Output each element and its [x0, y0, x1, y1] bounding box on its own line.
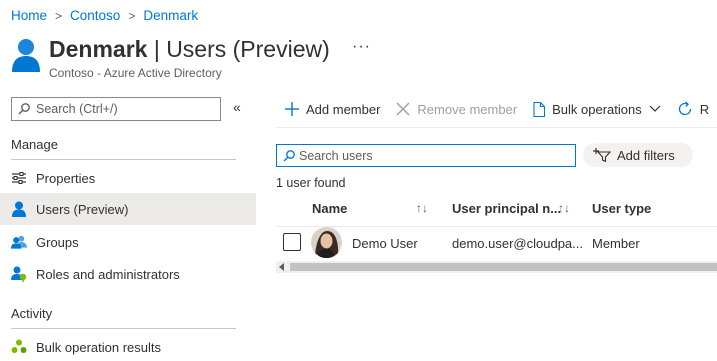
search-users-input[interactable]: Search users — [276, 144, 576, 167]
sidebar-item-label: Bulk operation results — [36, 339, 162, 355]
page-header: Denmark | Users (Preview) ··· Contoso - … — [11, 34, 711, 84]
search-icon — [18, 103, 30, 115]
sort-icon[interactable]: ↑↓ — [558, 201, 570, 215]
chevron-down-icon — [649, 105, 661, 113]
collapse-sidebar-button[interactable]: « — [233, 99, 241, 115]
scroll-left-icon[interactable] — [279, 263, 284, 271]
bulk-operations-button[interactable]: Bulk operations — [533, 101, 661, 117]
breadcrumb-contoso[interactable]: Contoso — [70, 8, 120, 23]
add-member-button[interactable]: Add member — [285, 102, 380, 117]
refresh-label: R — [699, 101, 710, 117]
sort-icon[interactable]: ↑↓ — [416, 201, 428, 215]
user-icon — [11, 201, 27, 217]
bulk-operations-label: Bulk operations — [552, 101, 642, 117]
toolbar-divider — [276, 127, 717, 128]
sidebar-item-label: Users (Preview) — [36, 201, 129, 217]
breadcrumb-denmark[interactable]: Denmark — [143, 8, 198, 23]
search-icon — [283, 149, 295, 161]
add-filters-label: Add filters — [617, 147, 675, 163]
column-header-user-principal-name[interactable]: User principal n... — [452, 201, 561, 216]
scrollbar-thumb[interactable] — [290, 263, 717, 271]
refresh-icon — [677, 101, 693, 117]
avatar — [311, 227, 342, 258]
cell-user-type: Member — [592, 236, 640, 251]
command-bar: Add member Remove member Bulk operations… — [276, 96, 717, 122]
add-member-label: Add member — [306, 101, 381, 117]
cell-name[interactable]: Demo User — [352, 236, 418, 251]
section-divider — [11, 159, 236, 160]
search-users-placeholder: Search users — [299, 148, 373, 163]
add-icon — [285, 102, 299, 116]
column-header-user-type[interactable]: User type — [592, 201, 651, 216]
user-icon — [12, 39, 40, 72]
refresh-button[interactable]: R — [677, 101, 709, 117]
sidebar-search-input[interactable]: Search (Ctrl+/) — [11, 97, 221, 121]
breadcrumb-home[interactable]: Home — [11, 8, 47, 23]
sidebar-item-label: Groups — [36, 234, 79, 250]
section-divider — [11, 328, 236, 329]
properties-icon — [11, 170, 27, 186]
sidebar-item-label: Properties — [36, 170, 96, 186]
row-checkbox[interactable] — [283, 233, 301, 251]
section-title-manage: Manage — [11, 137, 58, 152]
roles-icon — [11, 266, 27, 282]
horizontal-scrollbar[interactable] — [276, 261, 717, 273]
close-icon — [396, 102, 410, 116]
page-title: Denmark | Users (Preview) — [49, 36, 330, 62]
sidebar-item-groups[interactable]: Groups — [0, 226, 256, 258]
sidebar-item-label: Roles and administrators — [36, 266, 180, 282]
breadcrumb: Home > Contoso > Denmark — [11, 8, 198, 23]
sidebar-search-placeholder: Search (Ctrl+/) — [36, 102, 118, 116]
sidebar-item-properties[interactable]: Properties — [0, 162, 256, 194]
sidebar-item-roles-and-administrators[interactable]: Roles and administrators — [0, 258, 256, 290]
sidebar-item-users-preview[interactable]: Users (Preview) — [0, 193, 256, 225]
bulk-results-icon — [11, 339, 27, 355]
add-filters-button[interactable]: Add filters — [583, 143, 693, 167]
section-title-activity: Activity — [11, 306, 53, 321]
sidebar: Search (Ctrl+/) « Manage Properties User… — [0, 96, 256, 361]
breadcrumb-separator: > — [55, 8, 63, 23]
filter-icon — [593, 148, 611, 162]
remove-member-button[interactable]: Remove member — [396, 102, 517, 117]
breadcrumb-separator: > — [128, 8, 136, 23]
more-options-button[interactable]: ··· — [352, 38, 371, 56]
column-header-name[interactable]: Name — [312, 201, 347, 216]
groups-icon — [11, 234, 27, 250]
sidebar-item-bulk-operation-results[interactable]: Bulk operation results — [0, 331, 256, 361]
result-count: 1 user found — [276, 176, 346, 190]
remove-member-label: Remove member — [417, 101, 518, 117]
page-subtitle: Contoso - Azure Active Directory — [49, 66, 222, 80]
cell-user-principal-name: demo.user@cloudpa... — [452, 236, 583, 251]
document-icon — [533, 101, 546, 117]
